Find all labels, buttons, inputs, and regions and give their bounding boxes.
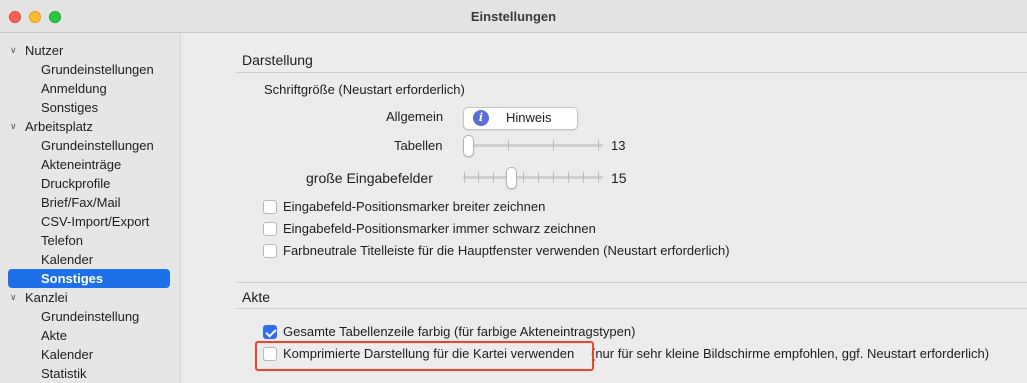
sidebar-item-label: Anmeldung xyxy=(41,81,107,96)
sidebar-item-label: Grundeinstellungen xyxy=(41,138,154,153)
slider-track xyxy=(463,144,603,147)
checkbox[interactable] xyxy=(263,200,277,214)
chevron-down-icon[interactable]: ∨ xyxy=(10,288,22,307)
tabellen-label: Tabellen xyxy=(394,138,443,153)
eingabefelder-value: 15 xyxy=(611,170,627,186)
sidebar-group-label: Kanzlei xyxy=(25,290,68,305)
sidebar-item-label: CSV-Import/Export xyxy=(41,214,150,229)
sidebar-item-arbeitsplatz-sonstiges[interactable]: Sonstiges xyxy=(0,269,180,288)
slider-knob[interactable] xyxy=(463,135,474,157)
slider-track xyxy=(463,176,603,179)
sidebar-item-akteneintraege[interactable]: Akteneinträge xyxy=(0,155,180,174)
slider-tick xyxy=(583,172,584,183)
sidebar-item-label: Statistik xyxy=(41,366,87,381)
sidebar: ∨ Nutzer Grundeinstellungen Anmeldung So… xyxy=(0,33,181,383)
tabellen-value: 13 xyxy=(611,138,626,153)
slider-tick xyxy=(478,172,479,183)
title-bar: Einstellungen xyxy=(0,0,1027,33)
sidebar-item-druckprofile[interactable]: Druckprofile xyxy=(0,174,180,193)
slider-tick xyxy=(538,172,539,183)
divider xyxy=(236,308,1027,309)
checkbox-label: Gesamte Tabellenzeile farbig (für farbig… xyxy=(283,324,636,339)
sidebar-item-anmeldung[interactable]: Anmeldung xyxy=(0,79,180,98)
slider-tick xyxy=(523,172,524,183)
info-icon: i xyxy=(473,110,489,126)
font-size-heading: Schriftgröße (Neustart erforderlich) xyxy=(264,82,465,97)
slider-tick xyxy=(508,140,509,151)
checkbox[interactable] xyxy=(263,222,277,236)
sidebar-item-csv-import-export[interactable]: CSV-Import/Export xyxy=(0,212,180,231)
sidebar-item-label: Kalender xyxy=(41,347,94,362)
komprimierte-darstellung-note: (nur für sehr kleine Bildschirme empfohl… xyxy=(591,346,990,361)
sidebar-item-nutzer-sonstiges[interactable]: Sonstiges xyxy=(0,98,180,117)
sidebar-item-arbeitsplatz-grundeinstellungen[interactable]: Grundeinstellungen xyxy=(0,136,180,155)
sidebar-group-arbeitsplatz[interactable]: ∨ Arbeitsplatz xyxy=(0,117,180,136)
chevron-down-icon[interactable]: ∨ xyxy=(10,41,22,60)
slider-tick xyxy=(493,172,494,183)
section-title-akte: Akte xyxy=(242,289,271,305)
sidebar-group-kanzlei[interactable]: ∨ Kanzlei xyxy=(0,288,180,307)
sidebar-item-label: Sonstiges xyxy=(41,100,99,115)
tabellen-size-slider[interactable] xyxy=(463,135,603,157)
section-title-darstellung: Darstellung xyxy=(242,52,313,68)
sidebar-item-nutzer-grundeinstellungen[interactable]: Grundeinstellungen xyxy=(0,60,180,79)
checkbox-label: Eingabefeld-Positionsmarker breiter zeic… xyxy=(283,199,546,214)
window-title: Einstellungen xyxy=(470,9,557,24)
sidebar-item-label: Kalender xyxy=(41,252,94,267)
sidebar-group-label: Nutzer xyxy=(25,43,64,58)
sidebar-item-grundeinstellung[interactable]: Grundeinstellung xyxy=(0,307,180,326)
sidebar-item-label: Grundeinstellungen xyxy=(41,62,154,77)
checkbox-label: Farbneutrale Titelleiste für die Hauptfe… xyxy=(283,243,730,258)
checkbox-label: Eingabefeld-Positionsmarker immer schwar… xyxy=(283,221,596,236)
slider-tick xyxy=(598,172,599,183)
sidebar-group-label: Arbeitsplatz xyxy=(25,119,93,134)
slider-tick xyxy=(464,172,465,183)
annotation-highlight-box xyxy=(255,341,594,371)
divider xyxy=(236,72,1027,73)
eingabefelder-label: große Eingabefelder xyxy=(306,170,433,186)
slider-tick xyxy=(553,172,554,183)
sidebar-group-nutzer[interactable]: ∨ Nutzer xyxy=(0,41,180,60)
hinweis-button[interactable]: i Hinweis xyxy=(463,107,578,130)
hinweis-button-label: Hinweis xyxy=(506,110,552,125)
chevron-down-icon[interactable]: ∨ xyxy=(10,117,22,136)
sidebar-item-label: Druckprofile xyxy=(41,176,111,191)
checkbox[interactable] xyxy=(263,244,277,258)
slider-tick xyxy=(568,172,569,183)
slider-tick xyxy=(598,140,599,151)
sidebar-item-label: Brief/Fax/Mail xyxy=(41,195,121,210)
sidebar-item-label: Telefon xyxy=(41,233,83,248)
sidebar-item-label: Grundeinstellung xyxy=(41,309,140,324)
checkbox[interactable] xyxy=(263,325,277,339)
sidebar-item-arbeitsplatz-kalender[interactable]: Kalender xyxy=(0,250,180,269)
divider xyxy=(236,282,1027,283)
slider-knob[interactable] xyxy=(506,167,517,189)
sidebar-item-akte[interactable]: Akte xyxy=(0,326,180,345)
settings-content: Darstellung Schriftgröße (Neustart erfor… xyxy=(181,33,1027,383)
sidebar-item-kanzlei-kalender[interactable]: Kalender xyxy=(0,345,180,364)
slider-tick xyxy=(553,140,554,151)
sidebar-item-label: Akte xyxy=(41,328,68,343)
sidebar-item-telefon[interactable]: Telefon xyxy=(0,231,180,250)
allgemein-label: Allgemein xyxy=(386,109,444,124)
sidebar-item-brief-fax-mail[interactable]: Brief/Fax/Mail xyxy=(0,193,180,212)
sidebar-item-statistik[interactable]: Statistik xyxy=(0,364,180,383)
sidebar-item-label: Akteneinträge xyxy=(41,157,122,172)
sidebar-item-label: Sonstiges xyxy=(41,271,104,286)
eingabefelder-size-slider[interactable] xyxy=(463,167,603,189)
